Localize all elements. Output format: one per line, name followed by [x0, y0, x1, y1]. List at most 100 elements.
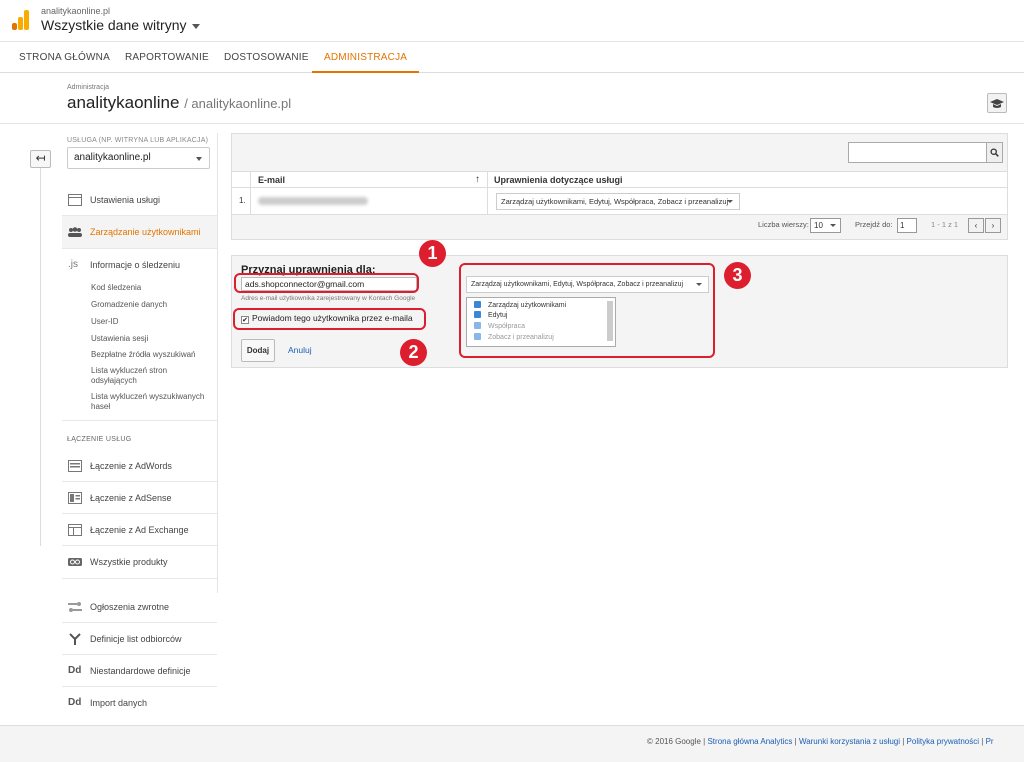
sidebar-item-label: Definicje list odbiorców	[90, 634, 182, 644]
annotation-box-notify	[233, 308, 426, 330]
annotation-box-permissions	[459, 263, 715, 358]
sidebar-subitem-referral-exclusions[interactable]: Lista wykluczeń stron odsyłających	[91, 366, 211, 386]
sidebar-subitem-session-settings[interactable]: Ustawienia sesji	[91, 334, 211, 344]
sidebar-item-data-import[interactable]: Dd Import danych	[62, 687, 217, 719]
chevron-down-icon	[192, 23, 201, 29]
rows-per-page-label: Liczba wierszy:	[758, 220, 809, 229]
breadcrumb[interactable]: Administracja	[67, 84, 109, 91]
header-divider	[0, 123, 1024, 124]
sort-arrow-up-icon[interactable]: ↑	[475, 172, 480, 189]
prev-page-button[interactable]: ‹	[968, 218, 984, 233]
sidebar-item-service-settings[interactable]: Ustawienia usługi	[62, 184, 217, 216]
audience-fork-icon	[69, 633, 81, 645]
sidebar-item-all-products[interactable]: Wszystkie produkty	[62, 546, 217, 578]
property-subtitle: / analitykaonline.pl	[184, 96, 292, 111]
data-import-icon: Dd	[68, 697, 82, 708]
sidebar-item-user-management[interactable]: Zarządzanie użytkownikami	[62, 216, 217, 248]
footer-link-privacy[interactable]: Polityka prywatności	[907, 737, 979, 746]
sidebar-item-postbacks[interactable]: Ogłoszenia zwrotne	[62, 591, 217, 623]
table-row: 1. Zarządzaj użytkownikami, Edytuj, Wspó…	[232, 188, 1007, 215]
sidebar-divider	[62, 578, 217, 579]
back-button[interactable]: ↤	[30, 150, 51, 168]
graduation-cap-icon	[990, 99, 1004, 108]
nav-home[interactable]: STRONA GŁÓWNA	[19, 43, 110, 73]
adsense-linking-icon	[68, 492, 82, 504]
footer-link-terms[interactable]: Warunki korzystania z usługi	[799, 737, 900, 746]
column-separator	[250, 188, 251, 214]
sidebar-item-custom-definitions[interactable]: Dd Niestandardowe definicje	[62, 655, 217, 687]
search-button[interactable]	[987, 142, 1003, 163]
sidebar-item-label: Ogłoszenia zwrotne	[90, 602, 170, 612]
column-separator	[487, 188, 488, 214]
sidebar-subitem-tracking-code[interactable]: Kod śledzenia	[91, 283, 211, 293]
chevron-left-icon: ‹	[974, 221, 978, 230]
annotation-box-email	[234, 273, 419, 293]
search-icon	[990, 148, 999, 157]
goto-label: Przejdź do:	[855, 220, 893, 229]
nav-reporting[interactable]: RAPORTOWANIE	[125, 43, 209, 73]
sidebar-item-label: Łączenie z AdWords	[90, 461, 172, 471]
sidebar-item-label: Wszystkie produkty	[90, 557, 168, 567]
rows-per-page-select[interactable]: 10	[810, 218, 841, 233]
annotation-badge-3: 3	[724, 262, 751, 289]
footer-link-analytics-home[interactable]: Strona główna Analytics	[707, 737, 792, 746]
sidebar-subitem-data-collection[interactable]: Gromadzenie danych	[91, 300, 211, 310]
row-permissions-value: Zarządzaj użytkownikami, Edytuj, Współpr…	[501, 197, 729, 206]
service-label: USŁUGA (NP. WITRYNA LUB APLIKACJA)	[67, 137, 209, 144]
sidebar-item-tracking-info[interactable]: .js Informacje o śledzeniu	[62, 249, 217, 281]
sidebar-item-label: Ustawienia usługi	[90, 195, 161, 205]
goto-page-input[interactable]: 1	[897, 218, 917, 233]
main-nav: STRONA GŁÓWNA RAPORTOWANIE DOSTOSOWANIE …	[0, 43, 1024, 73]
table-header: E-mail ↑ Uprawnienia dotyczące usługi	[232, 171, 1007, 188]
footer: © 2016 Google | Strona główna Analytics …	[0, 725, 1024, 762]
sidebar-subitem-user-id[interactable]: User-ID	[91, 317, 211, 327]
column-header-email[interactable]: E-mail	[258, 172, 285, 189]
footer-link-truncated[interactable]: Pr	[986, 737, 994, 746]
sidebar-item-adwords-linking[interactable]: Łączenie z AdWords	[62, 450, 217, 482]
settings-window-icon	[68, 194, 82, 206]
users-icon	[68, 227, 82, 237]
next-page-button[interactable]: ›	[985, 218, 1001, 233]
academy-cap-button[interactable]	[987, 93, 1007, 113]
view-selector[interactable]: Wszystkie dane witryny	[41, 17, 201, 33]
sidebar-subitem-search-term-exclusions[interactable]: Lista wykluczeń wyszukiwanych haseł	[91, 392, 211, 412]
service-select[interactable]: analitykaonline.pl	[67, 147, 210, 169]
column-separator	[487, 172, 488, 187]
nav-admin[interactable]: ADMINISTRACJA	[312, 43, 420, 73]
rows-per-page-value: 10	[814, 221, 823, 230]
js-icon: .js	[68, 259, 78, 270]
section-heading-property-linking: ŁĄCZENIE USŁUG	[67, 436, 132, 443]
footer-links: © 2016 Google | Strona główna Analytics …	[647, 737, 994, 746]
users-table-panel: E-mail ↑ Uprawnienia dotyczące usługi 1.…	[231, 133, 1008, 240]
top-bar: analitykaonline.pl Wszystkie dane witryn…	[0, 0, 1024, 42]
sidebar-guide-line	[40, 168, 41, 546]
annotation-badge-2: 2	[400, 339, 427, 366]
adwords-linking-icon	[68, 460, 82, 472]
sidebar-item-label: Niestandardowe definicje	[90, 666, 191, 676]
nav-customization[interactable]: DOSTOSOWANIE	[224, 43, 309, 73]
analytics-logo-icon	[12, 10, 30, 30]
sidebar-item-adexchange-linking[interactable]: Łączenie z Ad Exchange	[62, 514, 217, 546]
chevron-right-icon: ›	[991, 221, 995, 230]
postbacks-icon	[68, 602, 82, 612]
view-name: Wszystkie dane witryny	[41, 17, 187, 33]
sidebar-item-label: Zarządzanie użytkownikami	[90, 227, 201, 237]
row-index: 1.	[239, 196, 246, 205]
email-hint: Adres e-mail użytkownika zarejestrowany …	[241, 295, 416, 302]
page-title: analitykaonline / analitykaonline.pl	[67, 93, 291, 113]
sidebar-separator	[217, 133, 218, 593]
add-button[interactable]: Dodaj	[241, 339, 275, 362]
back-arrow-icon: ↤	[35, 151, 46, 165]
sidebar-item-audience-definitions[interactable]: Definicje list odbiorców	[62, 623, 217, 655]
account-domain: analitykaonline.pl	[41, 6, 111, 16]
sidebar-subitem-organic-sources[interactable]: Bezpłatne źródła wyszukiwań	[91, 350, 211, 360]
sidebar-item-label: Łączenie z AdSense	[90, 493, 172, 503]
cancel-link[interactable]: Anuluj	[288, 345, 312, 355]
search-input[interactable]	[848, 142, 987, 163]
service-value: analitykaonline.pl	[74, 152, 151, 163]
page-range: 1 - 1 z 1	[931, 220, 959, 229]
annotation-badge-1: 1	[419, 240, 446, 267]
adexchange-linking-icon	[68, 524, 82, 536]
sidebar-item-adsense-linking[interactable]: Łączenie z AdSense	[62, 482, 217, 514]
row-permissions-select[interactable]: Zarządzaj użytkownikami, Edytuj, Współpr…	[496, 193, 740, 210]
